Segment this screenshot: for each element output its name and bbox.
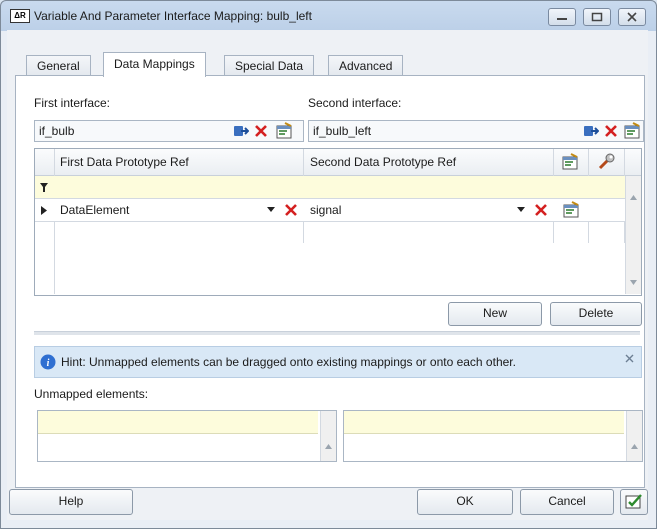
tab-label: General xyxy=(37,59,80,73)
hint-text: Hint: Unmapped elements can be dragged o… xyxy=(61,355,516,369)
second-ref-cell[interactable]: signal xyxy=(310,203,341,217)
second-interface-value: if_bulb_left xyxy=(313,124,372,138)
list-scrollbar[interactable] xyxy=(626,411,642,461)
filter-row[interactable] xyxy=(344,411,624,434)
properties-icon[interactable] xyxy=(562,201,580,218)
clear-icon[interactable] xyxy=(535,204,547,216)
tab-general[interactable]: General xyxy=(26,55,91,76)
minimize-icon xyxy=(557,18,567,20)
first-interface-label: First interface: xyxy=(34,96,111,110)
title-bar[interactable]: ΔR Variable And Parameter Interface Mapp… xyxy=(1,1,656,31)
properties-icon[interactable] xyxy=(561,153,579,170)
wrench-icon[interactable] xyxy=(597,153,615,170)
first-interface-field[interactable]: if_bulb xyxy=(34,120,304,142)
button-label: Delete xyxy=(578,306,614,320)
goto-reference-icon[interactable] xyxy=(583,124,599,138)
first-ref-cell[interactable]: DataElement xyxy=(60,203,129,217)
button-label: Help xyxy=(58,494,84,508)
close-icon xyxy=(627,12,637,22)
unmapped-second-list[interactable] xyxy=(343,410,643,462)
first-interface-value: if_bulb xyxy=(39,124,75,138)
clear-icon[interactable] xyxy=(255,125,267,137)
table-row[interactable]: DataElement signal xyxy=(35,199,625,222)
grid-scrollbar[interactable] xyxy=(625,176,641,294)
close-hint-icon[interactable] xyxy=(625,354,634,363)
app-logo: ΔR xyxy=(10,9,30,23)
clear-icon[interactable] xyxy=(605,125,617,137)
scroll-down-icon[interactable] xyxy=(630,280,637,285)
unmapped-first-list[interactable] xyxy=(37,410,337,462)
splitter[interactable] xyxy=(34,331,640,335)
help-button[interactable]: Help xyxy=(9,489,133,515)
button-label: Cancel xyxy=(548,494,586,508)
tab-label: Data Mappings xyxy=(114,57,195,71)
cancel-button[interactable]: Cancel xyxy=(520,489,614,515)
tab-special-data[interactable]: Special Data xyxy=(224,55,315,76)
unmapped-elements-label: Unmapped elements: xyxy=(34,387,149,401)
delete-button[interactable]: Delete xyxy=(550,302,642,326)
second-interface-label: Second interface: xyxy=(308,96,402,110)
minimize-button[interactable] xyxy=(548,8,576,26)
window-title: Variable And Parameter Interface Mapping… xyxy=(34,9,312,23)
properties-icon[interactable] xyxy=(623,122,641,139)
close-button[interactable] xyxy=(618,8,646,26)
scroll-up-icon[interactable] xyxy=(631,444,638,449)
filter-row[interactable] xyxy=(35,176,625,199)
apply-button[interactable] xyxy=(620,489,648,515)
button-label: New xyxy=(482,306,507,320)
filter-icon xyxy=(40,183,48,192)
ok-button[interactable]: OK xyxy=(417,489,513,515)
apply-check-icon xyxy=(625,494,642,509)
goto-reference-icon[interactable] xyxy=(233,124,249,138)
dropdown-arrow-icon[interactable] xyxy=(267,207,275,212)
tab-label: Special Data xyxy=(235,59,304,73)
tab-advanced[interactable]: Advanced xyxy=(328,55,404,76)
clear-icon[interactable] xyxy=(285,204,297,216)
column-header-second[interactable]: Second Data Prototype Ref xyxy=(310,155,456,169)
list-scrollbar[interactable] xyxy=(320,411,336,461)
scroll-up-icon[interactable] xyxy=(325,444,332,449)
second-interface-field[interactable]: if_bulb_left xyxy=(308,120,644,142)
maximize-button[interactable] xyxy=(583,8,611,26)
tab-label: Advanced xyxy=(339,59,393,73)
filter-row[interactable] xyxy=(38,411,318,434)
grid-header: First Data Prototype Ref Second Data Pro… xyxy=(35,149,641,176)
row-selector-icon xyxy=(41,206,47,215)
dropdown-arrow-icon[interactable] xyxy=(517,207,525,212)
button-label: OK xyxy=(456,494,474,508)
properties-icon[interactable] xyxy=(275,122,293,139)
hint-bar: i Hint: Unmapped elements can be dragged… xyxy=(34,346,642,378)
mappings-grid: First Data Prototype Ref Second Data Pro… xyxy=(34,148,642,296)
info-icon: i xyxy=(40,354,56,370)
scroll-up-icon[interactable] xyxy=(630,195,637,200)
svg-text:i: i xyxy=(47,358,50,369)
new-button[interactable]: New xyxy=(448,302,542,326)
maximize-icon xyxy=(591,12,603,22)
column-header-first[interactable]: First Data Prototype Ref xyxy=(60,155,189,169)
tab-data-mappings[interactable]: Data Mappings xyxy=(103,52,206,77)
